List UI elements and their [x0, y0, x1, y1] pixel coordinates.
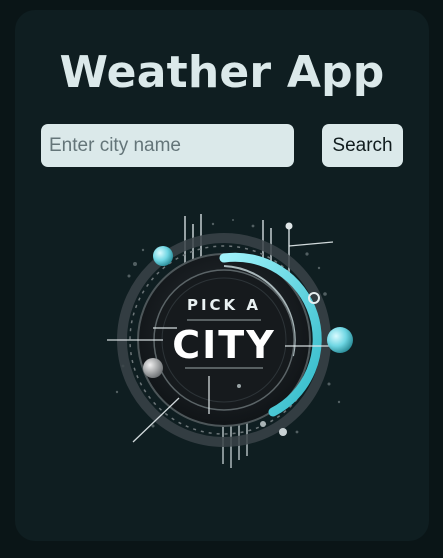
- weather-card: Weather App Search: [15, 10, 429, 541]
- search-button[interactable]: Search: [322, 124, 403, 167]
- app-title: Weather App: [59, 47, 385, 98]
- emblem-text-main: CITY: [172, 323, 275, 367]
- emblem-text-top: PICK A: [187, 296, 261, 314]
- city-search-input[interactable]: [41, 124, 294, 167]
- pick-a-city-emblem: PICK A CITY: [107, 214, 353, 468]
